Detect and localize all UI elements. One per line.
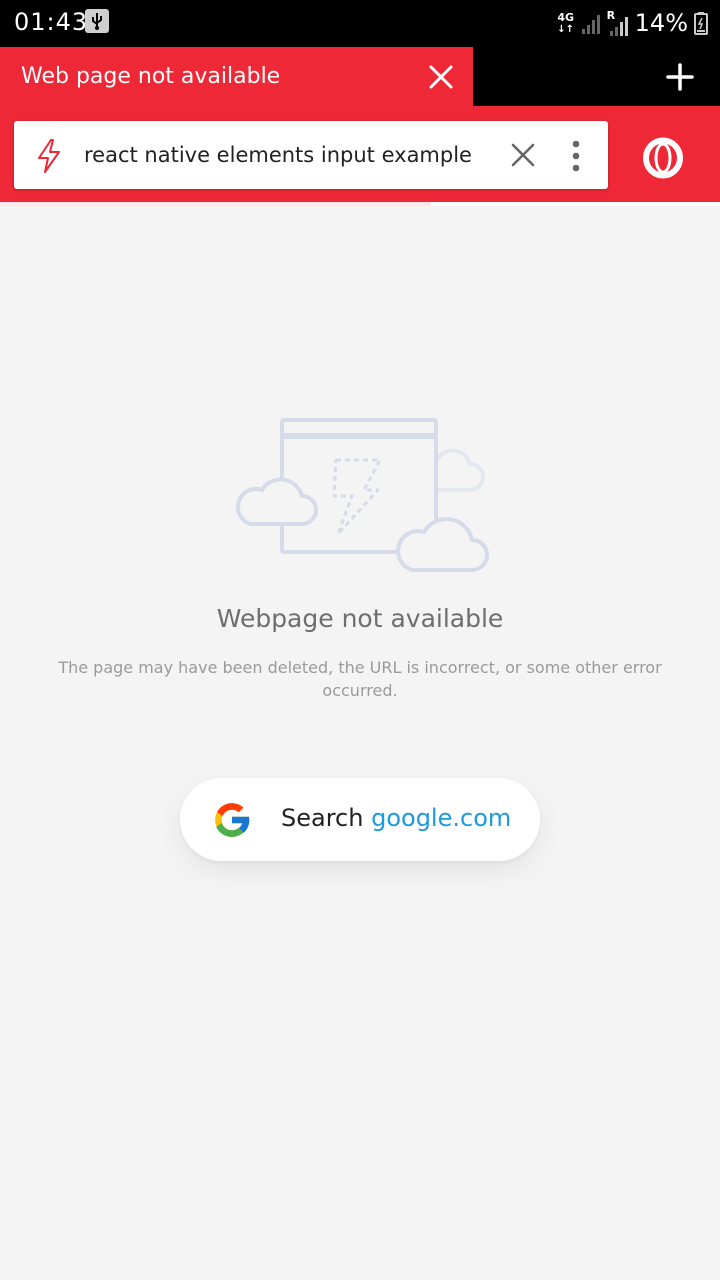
tab-strip: Web page not available [0,47,720,106]
network-type: 4G ↓↑ [557,12,575,35]
search-prefix: Search [281,804,364,832]
tab-title: Web page not available [21,64,281,89]
error-illustration [236,418,489,572]
search-domain: google.com [371,804,512,832]
signal-icon-2 [609,17,628,36]
error-title: Webpage not available [216,604,504,633]
more-vert-icon[interactable] [568,139,584,173]
toolbar: react native elements input example [0,106,720,205]
error-description: The page may have been deleted, the URL … [58,658,662,700]
page-load-progress [0,202,720,206]
google-logo-icon [215,803,250,837]
roaming-signal: R [607,9,629,37]
close-icon[interactable] [426,62,456,92]
battery-icon [694,12,708,35]
data-arrows-icon: ↓↑ [557,23,575,35]
address-text[interactable]: react native elements input example [84,143,472,167]
status-bar: 01:43 4G ↓↑ R 14% [0,0,720,47]
status-time: 01:43 [14,8,89,36]
usb-icon [85,9,109,33]
bolt-icon [38,139,60,173]
address-bar[interactable]: react native elements input example [14,121,608,189]
status-icons: 4G ↓↑ R 14% [557,6,708,40]
search-google-button[interactable]: Search google.com [180,778,540,861]
network-type-label: 4G [557,10,574,24]
page-load-progress-fill [0,202,431,206]
signal-icon [581,15,600,34]
clear-icon[interactable] [510,142,536,168]
battery-percent: 14% [634,9,688,37]
plus-icon[interactable] [664,61,696,93]
opera-logo-icon[interactable] [640,135,686,181]
tab-active[interactable]: Web page not available [0,47,473,106]
search-label: Search google.com [281,804,511,832]
